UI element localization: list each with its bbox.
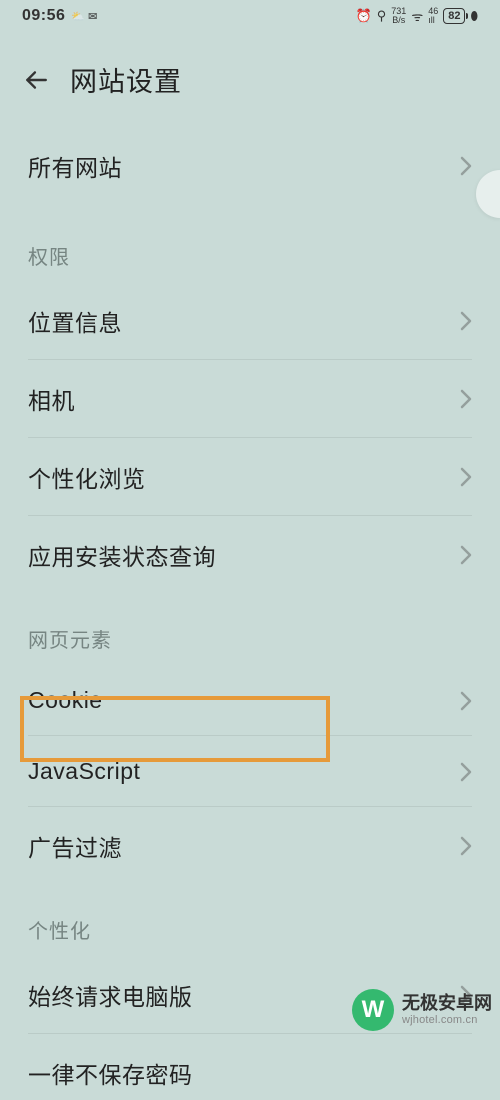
watermark-logo: W	[352, 989, 394, 1031]
item-cookie[interactable]: Cookie	[0, 665, 500, 736]
chevron-right-icon	[460, 545, 472, 565]
item-all-sites[interactable]: 所有网站	[0, 117, 500, 211]
item-label: 个性化浏览	[28, 460, 146, 494]
item-label: 广告过滤	[28, 829, 122, 863]
chevron-right-icon	[460, 762, 472, 782]
watermark: W 无极安卓网 wjhotel.com.cn	[352, 989, 492, 1031]
settings-list: 所有网站 权限 位置信息 相机 个性化浏览 应用安装状态查询 网页元素 Cook…	[0, 117, 500, 1100]
battery-indicator: 82	[443, 8, 465, 24]
item-label: 所有网站	[28, 149, 122, 183]
section-permissions: 权限	[0, 211, 500, 282]
back-button[interactable]	[22, 66, 50, 94]
item-personalized-browsing[interactable]: 个性化浏览	[0, 438, 500, 516]
status-bar: 09:56 ⛅ ✉ ⏰ ⚲ 731B/s ᯤ 46ıll 82 ⬮	[0, 0, 500, 32]
wifi-icon: ᯤ	[411, 7, 423, 25]
item-label: 应用安装状态查询	[28, 538, 216, 572]
item-label: 相机	[28, 382, 75, 416]
item-ad-filter[interactable]: 广告过滤	[0, 807, 500, 885]
item-camera[interactable]: 相机	[0, 360, 500, 438]
net-speed: 731B/s	[391, 7, 406, 25]
status-notif-icons: ⛅ ✉	[71, 10, 97, 23]
section-page-elements: 网页元素	[0, 594, 500, 665]
watermark-url: wjhotel.com.cn	[402, 1014, 492, 1026]
bluetooth-icon: ⚲	[377, 8, 387, 24]
arrow-left-icon	[23, 67, 49, 93]
alarm-icon: ⏰	[356, 8, 372, 24]
chevron-right-icon	[460, 156, 472, 176]
chevron-right-icon	[460, 467, 472, 487]
page-title: 网站设置	[70, 60, 182, 99]
watermark-brand: 无极安卓网	[402, 994, 492, 1014]
network-label: 46ıll	[428, 7, 438, 25]
status-left: 09:56 ⛅ ✉	[22, 7, 97, 25]
watermark-text: 无极安卓网 wjhotel.com.cn	[402, 994, 492, 1026]
item-never-save-password[interactable]: 一律不保存密码	[0, 1034, 500, 1100]
leaf-icon: ⬮	[470, 9, 478, 24]
item-label: Cookie	[28, 687, 103, 714]
status-time: 09:56	[22, 7, 65, 25]
chevron-right-icon	[460, 311, 472, 331]
item-location[interactable]: 位置信息	[0, 282, 500, 360]
item-label: JavaScript	[28, 758, 140, 785]
item-javascript[interactable]: JavaScript	[0, 736, 500, 807]
item-label: 一律不保存密码	[28, 1056, 193, 1090]
status-right: ⏰ ⚲ 731B/s ᯤ 46ıll 82 ⬮	[356, 7, 478, 25]
section-personalization: 个性化	[0, 885, 500, 956]
item-app-install-query[interactable]: 应用安装状态查询	[0, 516, 500, 594]
item-label: 始终请求电脑版	[28, 978, 193, 1012]
chevron-right-icon	[460, 836, 472, 856]
item-label: 位置信息	[28, 304, 122, 338]
page-header: 网站设置	[0, 32, 500, 117]
chevron-right-icon	[460, 389, 472, 409]
chevron-right-icon	[460, 691, 472, 711]
